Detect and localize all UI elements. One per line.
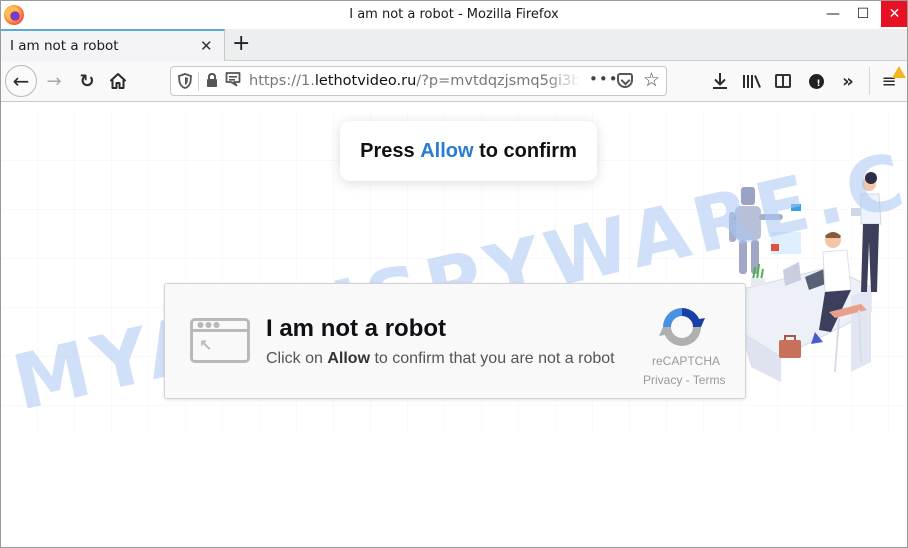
window-title: I am not a robot - Mozilla Firefox bbox=[349, 7, 559, 22]
title-bar: I am not a robot - Mozilla Firefox — ☐ ✕ bbox=[1, 1, 907, 29]
pocket-icon[interactable] bbox=[617, 73, 633, 88]
overflow-menu-button[interactable]: » bbox=[837, 69, 859, 93]
toast-allow-highlight: Allow bbox=[420, 139, 474, 162]
tab-title: I am not a robot bbox=[10, 38, 119, 54]
page-content: MYANTISPYWARE.COM Press Allow to confirm… bbox=[1, 102, 907, 547]
briefcase bbox=[779, 340, 801, 358]
url-separator bbox=[198, 72, 199, 91]
library-button[interactable] bbox=[741, 69, 763, 93]
firefox-window: I am not a robot - Mozilla Firefox — ☐ ✕… bbox=[0, 0, 908, 548]
close-window-button[interactable]: ✕ bbox=[881, 1, 907, 27]
home-button[interactable] bbox=[105, 67, 131, 95]
tracking-protection-button[interactable] bbox=[806, 69, 826, 93]
robot-figure bbox=[729, 187, 783, 274]
back-button[interactable]: ← bbox=[5, 65, 37, 97]
cursor-arrow-icon: ↖ bbox=[199, 336, 213, 355]
new-tab-button[interactable]: + bbox=[232, 31, 250, 56]
recaptcha-logo-icon bbox=[659, 308, 705, 346]
reload-button[interactable]: ↻ bbox=[74, 67, 100, 95]
captcha-subtitle: Click on Allow to confirm that you are n… bbox=[266, 350, 615, 367]
recaptcha-privacy-terms-links[interactable]: Privacy - Terms bbox=[643, 373, 725, 387]
sidebar-button[interactable] bbox=[773, 69, 793, 93]
minimize-button[interactable]: — bbox=[819, 1, 847, 27]
update-warning-icon bbox=[892, 66, 906, 78]
press-allow-toast: Press Allow to confirm bbox=[340, 121, 597, 181]
page-actions-button[interactable]: ••• bbox=[589, 70, 619, 88]
woman-figure bbox=[851, 172, 882, 292]
bookmark-star-icon[interactable]: ☆ bbox=[643, 69, 660, 91]
tab-close-icon[interactable]: ✕ bbox=[200, 37, 213, 55]
notification-permission-icon[interactable] bbox=[225, 71, 241, 87]
browser-window-icon: ●●● ↖ bbox=[190, 318, 250, 363]
tab-strip: I am not a robot ✕ + bbox=[1, 29, 907, 61]
recaptcha-label: reCAPTCHA bbox=[652, 354, 721, 368]
tracking-warning-icon bbox=[808, 73, 824, 89]
url-scheme: https://1. bbox=[249, 73, 315, 89]
toolbar-divider bbox=[869, 67, 870, 95]
url-input[interactable]: https://1.lethotvideo.ru/?p=mvtdqzjsmq5g… bbox=[249, 73, 579, 89]
fake-captcha-box[interactable]: ●●● ↖ I am not a robot Click on Allow to… bbox=[164, 283, 746, 399]
sidebar-icon bbox=[775, 74, 791, 88]
tab-active[interactable]: I am not a robot ✕ bbox=[1, 29, 225, 61]
library-icon bbox=[743, 75, 761, 88]
url-fade bbox=[546, 69, 581, 93]
navigation-toolbar: ← → ↻ https://1.lethotvideo.ru/?p=mvtdqz… bbox=[1, 61, 907, 102]
forward-button[interactable]: → bbox=[41, 67, 67, 95]
maximize-button[interactable]: ☐ bbox=[849, 1, 877, 27]
captcha-title: I am not a robot bbox=[266, 315, 446, 342]
toast-prefix: Press bbox=[360, 139, 421, 162]
url-domain: lethotvideo.ru bbox=[314, 73, 417, 89]
captcha-allow-bold: Allow bbox=[327, 350, 371, 367]
downloads-button[interactable] bbox=[710, 69, 730, 93]
url-bar[interactable]: https://1.lethotvideo.ru/?p=mvtdqzjsmq5g… bbox=[170, 66, 667, 96]
lock-icon[interactable] bbox=[205, 72, 219, 88]
home-icon bbox=[110, 73, 126, 89]
toast-suffix: to confirm bbox=[473, 139, 577, 162]
download-icon bbox=[713, 73, 727, 89]
tracking-shield-icon[interactable] bbox=[178, 73, 192, 89]
